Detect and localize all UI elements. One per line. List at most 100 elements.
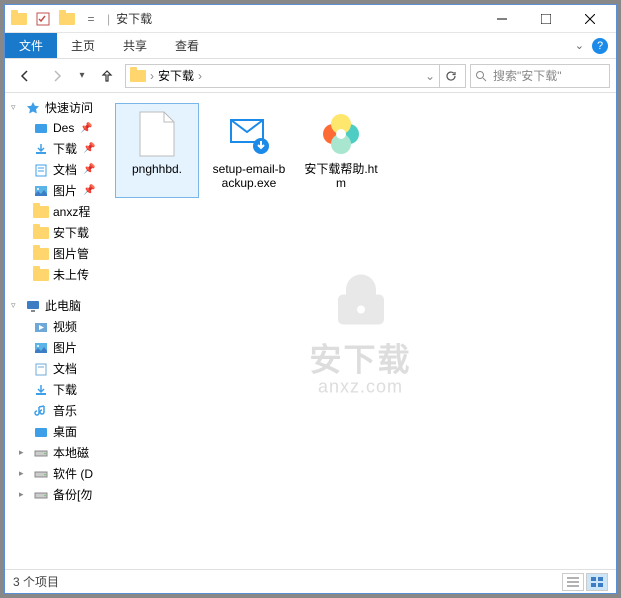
chevron-down-icon[interactable]: ▿ [11,102,21,113]
tree-quick-access[interactable]: ▿ 快速访问 [5,97,105,118]
folder-icon[interactable] [9,9,29,29]
tree-label: 文档 [53,161,77,178]
ribbon-expand-icon[interactable]: ⌄ [575,39,584,52]
item-icon [33,487,49,503]
help-icon[interactable]: ? [592,38,608,54]
tab-share[interactable]: 共享 [109,33,161,58]
item-icon [33,340,49,356]
file-item[interactable]: pnghhbd. [115,103,199,198]
sidebar-item[interactable]: ▸ 本地磁 [13,442,105,463]
statusbar: 3 个项目 [5,569,616,593]
search-input[interactable]: 搜索"安下载" [470,64,610,88]
tree-label: 此电脑 [45,297,81,314]
sidebar-item[interactable]: 未上传 [13,264,105,285]
address-folder-icon [130,70,146,82]
minimize-button[interactable] [480,5,524,33]
close-button[interactable] [568,5,612,33]
details-view-button[interactable] [562,573,584,591]
chevron-icon[interactable]: ▸ [19,489,29,500]
watermark-text: 安下载 [309,335,411,381]
sidebar-item[interactable]: 下载 📌 [13,138,105,159]
file-item[interactable]: 安下载帮助.htm [299,103,383,198]
chevron-down-icon[interactable]: ▿ [11,300,21,311]
item-icon [33,361,49,377]
file-name: 安下载帮助.htm [302,162,380,191]
chevron-icon[interactable]: ▸ [19,468,29,479]
sidebar-item[interactable]: 视频 [13,316,105,337]
watermark: 安下载 anxz.com [309,265,411,398]
tree-label: 图片管 [53,245,89,262]
recent-locations-button[interactable]: ▾ [75,63,89,89]
sidebar-item[interactable]: 图片管 [13,243,105,264]
tree-label: 软件 (D [53,465,93,482]
tree-this-pc[interactable]: ▿ 此电脑 [5,295,105,316]
back-button[interactable] [11,63,39,89]
up-button[interactable] [93,63,121,89]
navigation-bar: ▾ › 安下载 › ⌄ 搜索"安下载" [5,59,616,93]
search-placeholder: 搜索"安下载" [493,67,562,84]
tree-label: 音乐 [53,402,77,419]
forward-button[interactable] [43,63,71,89]
window-controls [480,5,612,33]
sidebar-item[interactable]: ▸ 软件 (D [13,463,105,484]
sidebar-item[interactable]: 桌面 [13,421,105,442]
item-icon [33,120,49,136]
file-list[interactable]: 安下载 anxz.com pnghhbd. setup-email-backup.… [105,93,616,569]
tree-label: 文档 [53,360,77,377]
titlebar: = | 安下载 [5,5,616,33]
address-separator: › [150,69,154,83]
sidebar-item[interactable]: 文档 📌 [13,159,105,180]
qat-dropdown-icon[interactable]: = [81,9,101,29]
tree-label: 桌面 [53,423,77,440]
tree-label: Des [53,121,74,135]
large-icons-view-button[interactable] [586,573,608,591]
sidebar-item[interactable]: 图片 [13,337,105,358]
search-icon [475,70,487,82]
properties-icon[interactable] [33,9,53,29]
tree-label: anxz程 [53,203,90,220]
sidebar-item[interactable]: 下载 [13,379,105,400]
star-icon [25,100,41,116]
pc-icon [25,298,41,314]
explorer-window: = | 安下载 文件 主页 共享 查看 ⌄ ? ▾ › 安下载 › [4,4,617,594]
file-item[interactable]: setup-email-backup.exe [207,103,291,198]
tree-label: 下载 [53,381,77,398]
quick-access-toolbar: = [9,9,101,29]
address-folder-name[interactable]: 安下载 [158,67,194,84]
maximize-button[interactable] [524,5,568,33]
tab-home[interactable]: 主页 [57,33,109,58]
sidebar-item[interactable]: anxz程 [13,201,105,222]
address-separator: › [198,69,202,83]
tree-label: 本地磁 [53,444,89,461]
item-count: 3 个项目 [13,573,59,590]
sidebar-item[interactable]: 音乐 [13,400,105,421]
pin-icon: 📌 [83,164,95,175]
new-folder-icon[interactable] [57,9,77,29]
sidebar-item[interactable]: Des📌 [13,118,105,138]
tab-view[interactable]: 查看 [161,33,213,58]
sidebar-item[interactable]: 安下载 [13,222,105,243]
file-icon [317,110,365,158]
tree-label: 安下载 [53,224,89,241]
refresh-button[interactable] [439,65,461,87]
address-dropdown-icon[interactable]: ⌄ [425,69,435,83]
tree-label: 视频 [53,318,77,335]
file-icon [225,110,273,158]
tree-label: 下载 [53,140,77,157]
sidebar-item[interactable]: 文档 [13,358,105,379]
tab-file[interactable]: 文件 [5,33,57,58]
tree-label: 图片 [53,339,77,356]
navigation-pane[interactable]: ▿ 快速访问 Des📌 下载 📌 文档 📌 图片📌 anxz程安下载图片管未上传 ▿ 此电脑… [5,93,105,569]
titlebar-separator: | [107,12,110,26]
item-icon [33,141,49,157]
item-icon [33,382,49,398]
address-bar[interactable]: › 安下载 › ⌄ [125,64,466,88]
item-icon [33,225,49,241]
sidebar-item[interactable]: ▸备份[勿 [13,484,105,505]
pin-icon: 📌 [83,143,95,154]
file-name: setup-email-backup.exe [210,162,288,191]
chevron-icon[interactable]: ▸ [19,447,29,458]
tree-label: 图片 [53,182,77,199]
sidebar-item[interactable]: 图片📌 [13,180,105,201]
tree-label: 快速访问 [45,99,93,116]
